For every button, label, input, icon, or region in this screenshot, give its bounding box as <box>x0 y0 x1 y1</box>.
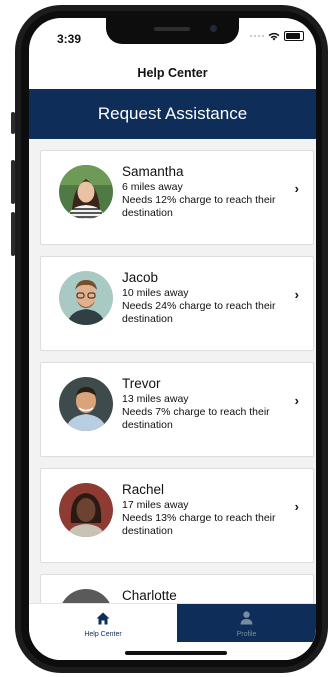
battery-icon <box>284 31 304 41</box>
chevron-right-icon: › <box>294 499 299 514</box>
request-card[interactable]: Samantha 6 miles away Needs 12% charge t… <box>40 150 314 245</box>
home-indicator[interactable] <box>125 651 227 655</box>
requester-need: Needs 12% charge to reach their destinat… <box>122 194 276 219</box>
tab-profile[interactable]: Profile <box>177 604 316 642</box>
person-icon <box>240 611 253 625</box>
chevron-right-icon: › <box>294 287 299 302</box>
mute-switch <box>11 112 15 134</box>
requester-name: Rachel <box>122 482 165 497</box>
requester-distance: 6 miles away <box>122 181 183 193</box>
request-card[interactable]: Jacob 10 miles away Needs 24% charge to … <box>40 256 314 351</box>
chevron-right-icon: › <box>294 181 299 196</box>
page-title: Help Center <box>137 66 208 80</box>
request-card[interactable]: Charlotte <box>40 574 314 605</box>
status-time: 3:39 <box>57 32 82 46</box>
front-camera <box>210 25 217 32</box>
request-card[interactable]: Rachel 17 miles away Needs 13% charge to… <box>40 468 314 563</box>
avatar <box>59 271 113 325</box>
volume-down-button <box>11 212 15 256</box>
chevron-right-icon: › <box>294 393 299 408</box>
requester-distance: 17 miles away <box>122 499 189 511</box>
requester-need: Needs 24% charge to reach their destinat… <box>122 300 276 325</box>
requester-name: Samantha <box>122 164 184 179</box>
requester-need: Needs 7% charge to reach their destinati… <box>122 406 270 431</box>
cellular-signal-icon <box>250 35 264 37</box>
avatar <box>59 165 113 219</box>
request-card[interactable]: Trevor 13 miles away Needs 7% charge to … <box>40 362 314 457</box>
requester-name: Charlotte <box>122 588 177 603</box>
section-banner: Request Assistance <box>29 89 316 139</box>
speaker-grill <box>154 27 190 31</box>
app-screen: 3:39 Help Center Request Assistance Sama… <box>29 18 316 660</box>
requester-need: Needs 13% charge to reach their destinat… <box>122 512 276 537</box>
notch <box>106 18 239 44</box>
tab-label: Help Center <box>84 631 122 638</box>
wifi-icon <box>268 32 280 40</box>
requester-distance: 10 miles away <box>122 287 189 299</box>
banner-title: Request Assistance <box>97 104 248 123</box>
volume-up-button <box>11 160 15 204</box>
request-list: Samantha 6 miles away Needs 12% charge t… <box>29 139 316 605</box>
tab-label: Profile <box>236 631 257 638</box>
avatar <box>59 377 113 431</box>
requester-distance: 13 miles away <box>122 393 189 405</box>
requester-name: Jacob <box>122 270 159 285</box>
tab-help-center[interactable]: Help Center <box>29 604 177 642</box>
avatar <box>59 483 113 537</box>
home-icon <box>96 612 110 625</box>
requester-name: Trevor <box>122 376 161 391</box>
status-icons <box>250 31 304 41</box>
